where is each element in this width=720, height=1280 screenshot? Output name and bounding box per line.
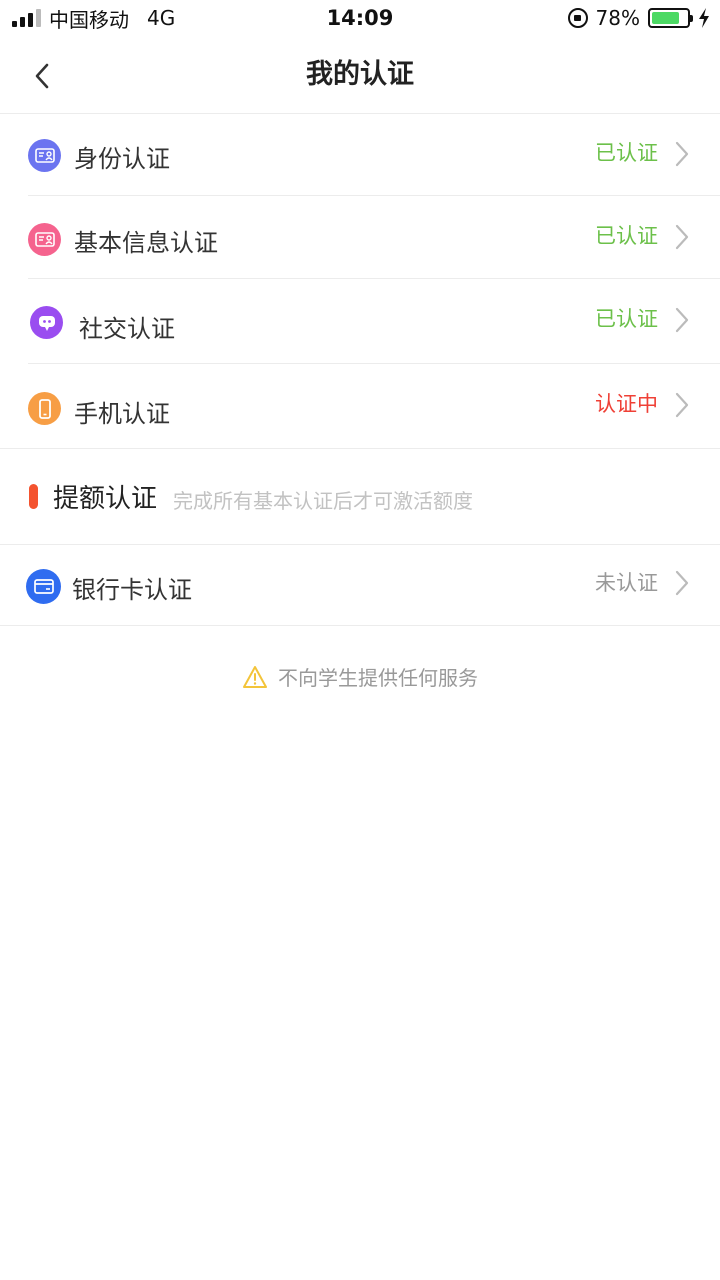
- section-title: 提额认证: [53, 484, 158, 514]
- charging-bolt-icon: [699, 8, 709, 28]
- id-card-icon: [28, 139, 61, 172]
- list-item-identity[interactable]: 身份认证 已认证: [0, 115, 720, 195]
- phone-icon: [28, 392, 61, 425]
- section-header: 提额认证 完成所有基本认证后才可激活额度: [0, 448, 720, 544]
- status-badge: 已认证: [595, 307, 658, 331]
- list-item-social[interactable]: 社交认证 已认证: [0, 279, 720, 363]
- page-title: 我的认证: [306, 59, 414, 90]
- chat-bubble-icon: [30, 306, 63, 339]
- chevron-left-icon: [35, 63, 49, 89]
- warning-icon: [243, 665, 267, 688]
- nav-bar: 我的认证: [0, 36, 720, 114]
- notice: 不向学生提供任何服务: [0, 662, 720, 691]
- section-hint: 完成所有基本认证后才可激活额度: [173, 489, 473, 513]
- list-item-phone[interactable]: 手机认证 认证中: [0, 364, 720, 448]
- list-item-basic-info[interactable]: 基本信息认证 已认证: [0, 196, 720, 278]
- list-item-label: 身份认证: [74, 145, 170, 173]
- status-badge: 已认证: [595, 224, 658, 248]
- notice-text: 不向学生提供任何服务: [278, 666, 478, 690]
- status-badge: 未认证: [595, 571, 658, 595]
- chevron-right-icon: [675, 224, 689, 250]
- status-right: 78%: [567, 0, 710, 36]
- bank-card-icon: [26, 569, 61, 604]
- chevron-right-icon: [675, 392, 689, 418]
- status-badge: 认证中: [595, 392, 658, 416]
- section-accent-bar: [29, 484, 38, 509]
- status-bar: 中国移动 4G 14:09 78%: [0, 0, 720, 36]
- list-item-label: 银行卡认证: [72, 576, 192, 604]
- list-item-label: 基本信息认证: [74, 229, 218, 257]
- rotation-lock-icon: [567, 8, 588, 28]
- status-badge: 已认证: [595, 141, 658, 165]
- battery-fill: [652, 12, 679, 24]
- list-item-bank-card[interactable]: 银行卡认证 未认证: [0, 545, 720, 625]
- divider: [0, 625, 720, 626]
- list-item-label: 手机认证: [74, 400, 170, 428]
- chevron-right-icon: [675, 141, 689, 167]
- chevron-right-icon: [675, 570, 689, 596]
- battery-percent: 78%: [595, 6, 640, 30]
- info-card-icon: [28, 223, 61, 256]
- chevron-right-icon: [675, 307, 689, 333]
- list-item-label: 社交认证: [79, 315, 175, 343]
- back-button[interactable]: [22, 56, 62, 96]
- battery-icon: [648, 8, 693, 28]
